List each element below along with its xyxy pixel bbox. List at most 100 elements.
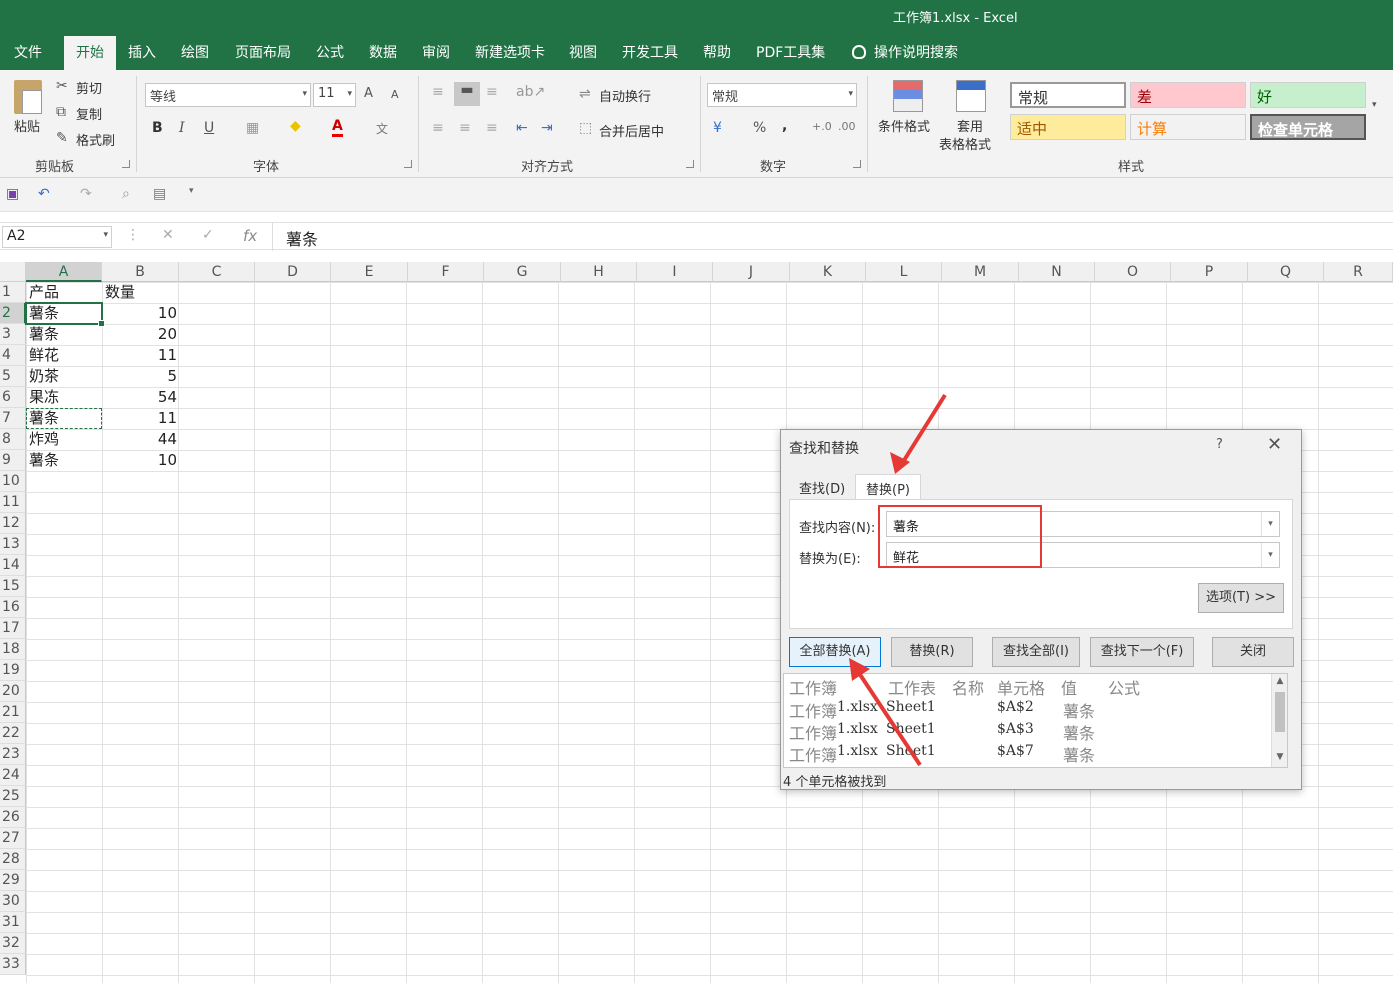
enter-icon[interactable]: ✓	[202, 227, 214, 243]
row-header-10[interactable]: 10	[0, 471, 26, 492]
cell-b2[interactable]: 10	[103, 303, 179, 324]
col-value[interactable]: 值	[1061, 675, 1077, 699]
row-header-8[interactable]: 8	[0, 429, 26, 450]
merge-center-button[interactable]: 合并后居中	[599, 121, 664, 140]
column-header-j[interactable]: J	[713, 262, 790, 282]
column-header-f[interactable]: F	[408, 262, 484, 282]
tab-draw[interactable]: 绘图	[181, 42, 209, 62]
format-painter-button[interactable]: 格式刷	[76, 130, 115, 149]
tab-help[interactable]: 帮助	[703, 42, 731, 62]
find-all-button[interactable]: 查找全部(I)	[992, 637, 1080, 667]
tab-data[interactable]: 数据	[369, 42, 397, 62]
cancel-icon[interactable]: ✕	[162, 227, 174, 243]
cell-b8[interactable]: 44	[103, 429, 179, 450]
cell-b1[interactable]: 数量	[105, 282, 177, 303]
row-header-6[interactable]: 6	[0, 387, 26, 408]
column-header-k[interactable]: K	[790, 262, 866, 282]
wrap-text-button[interactable]: 自动换行	[599, 86, 651, 105]
number-launcher-icon[interactable]	[853, 160, 861, 168]
font-launcher-icon[interactable]	[404, 160, 412, 168]
bold-button[interactable]: B	[152, 120, 163, 136]
decrease-indent-icon[interactable]: ⇤	[516, 120, 528, 136]
chevron-down-icon[interactable]: ▾	[1261, 512, 1279, 536]
scroll-thumb[interactable]	[1275, 692, 1285, 732]
cell-a3[interactable]: 薯条	[29, 324, 101, 345]
row-header-13[interactable]: 13	[0, 534, 26, 555]
replace-button[interactable]: 替换(R)	[891, 637, 973, 667]
row-header-19[interactable]: 19	[0, 660, 26, 681]
column-header-o[interactable]: O	[1095, 262, 1171, 282]
row-header-1[interactable]: 1	[0, 282, 26, 303]
align-top-icon[interactable]: ≡	[432, 84, 444, 100]
row-header-23[interactable]: 23	[0, 744, 26, 765]
tab-formulas[interactable]: 公式	[316, 42, 344, 62]
style-normal[interactable]: 常规	[1010, 82, 1126, 108]
chevron-down-icon[interactable]: ▾	[1261, 543, 1279, 567]
cut-button[interactable]: 剪切	[76, 78, 102, 97]
row-header-20[interactable]: 20	[0, 681, 26, 702]
clipboard-launcher-icon[interactable]	[122, 160, 130, 168]
tell-me-search[interactable]: 操作说明搜索	[852, 42, 958, 62]
tab-view[interactable]: 视图	[569, 42, 597, 62]
row-header-2[interactable]: 2	[0, 303, 26, 324]
tab-new-tab[interactable]: 新建选项卡	[475, 42, 545, 62]
font-name-select[interactable]: 等线 ▾	[145, 83, 311, 107]
close-button[interactable]: 关闭	[1212, 637, 1294, 667]
save-icon[interactable]: ▣	[6, 186, 19, 202]
style-neutral[interactable]: 适中	[1010, 114, 1126, 140]
cell-b3[interactable]: 20	[103, 324, 179, 345]
find-next-button[interactable]: 查找下一个(F)	[1090, 637, 1194, 667]
row-header-9[interactable]: 9	[0, 450, 26, 471]
col-name[interactable]: 名称	[952, 675, 984, 699]
italic-button[interactable]: I	[179, 120, 185, 136]
paste-button[interactable]: 粘贴	[14, 116, 40, 135]
format-as-table-line1[interactable]: 套用	[957, 116, 983, 135]
fill-color-icon[interactable]: ◆	[290, 118, 301, 134]
row-header-11[interactable]: 11	[0, 492, 26, 513]
col-sheet[interactable]: 工作表	[888, 675, 936, 699]
alignment-launcher-icon[interactable]	[686, 160, 694, 168]
column-header-c[interactable]: C	[179, 262, 255, 282]
row-header-29[interactable]: 29	[0, 870, 26, 891]
cell-a4[interactable]: 鲜花	[29, 345, 101, 366]
shrink-font-button[interactable]: A	[391, 88, 399, 101]
row-header-25[interactable]: 25	[0, 786, 26, 807]
cell-b4[interactable]: 11	[103, 345, 179, 366]
phonetic-button[interactable]: 文	[376, 120, 388, 137]
underline-button[interactable]: U	[204, 120, 214, 136]
decrease-decimal-icon[interactable]: .00	[838, 120, 856, 133]
tab-review[interactable]: 审阅	[422, 42, 450, 62]
row-header-24[interactable]: 24	[0, 765, 26, 786]
cell-b7[interactable]: 11	[103, 408, 179, 429]
cell-a9[interactable]: 薯条	[29, 450, 101, 471]
column-header-q[interactable]: Q	[1248, 262, 1324, 282]
cell-b6[interactable]: 54	[103, 387, 179, 408]
align-bottom-icon[interactable]: ≡	[486, 84, 498, 100]
font-color-button[interactable]: A	[332, 118, 343, 137]
style-good[interactable]: 好	[1250, 82, 1366, 108]
results-list[interactable]: 工作簿 工作表 名称 单元格 值 公式 工作簿 1.xlsx Sheet1 $A…	[783, 673, 1288, 768]
comma-button[interactable]: ,	[782, 118, 787, 134]
column-header-b[interactable]: B	[102, 262, 179, 282]
style-check-cell[interactable]: 检查单元格	[1250, 114, 1366, 140]
border-icon[interactable]: ▦	[246, 120, 259, 136]
tab-file[interactable]: 文件	[14, 42, 42, 62]
format-as-table-line2[interactable]: 表格格式	[939, 134, 991, 153]
column-header-e[interactable]: E	[331, 262, 408, 282]
percent-button[interactable]: %	[753, 120, 766, 136]
row-header-16[interactable]: 16	[0, 597, 26, 618]
cell-b5[interactable]: 5	[103, 366, 179, 387]
column-header-m[interactable]: M	[942, 262, 1019, 282]
column-header-r[interactable]: R	[1324, 262, 1393, 282]
row-header-31[interactable]: 31	[0, 912, 26, 933]
row-header-30[interactable]: 30	[0, 891, 26, 912]
cell-a1[interactable]: 产品	[29, 282, 101, 303]
tab-pdf-tools[interactable]: PDF工具集	[756, 42, 825, 62]
tab-find[interactable]: 查找(D)	[789, 474, 855, 500]
col-workbook[interactable]: 工作簿	[789, 675, 837, 699]
conditional-format-button[interactable]: 条件格式	[878, 116, 930, 135]
tab-developer[interactable]: 开发工具	[622, 42, 678, 62]
redo-icon[interactable]: ↷	[80, 186, 92, 202]
row-header-22[interactable]: 22	[0, 723, 26, 744]
increase-decimal-icon[interactable]: +.0	[812, 120, 832, 133]
